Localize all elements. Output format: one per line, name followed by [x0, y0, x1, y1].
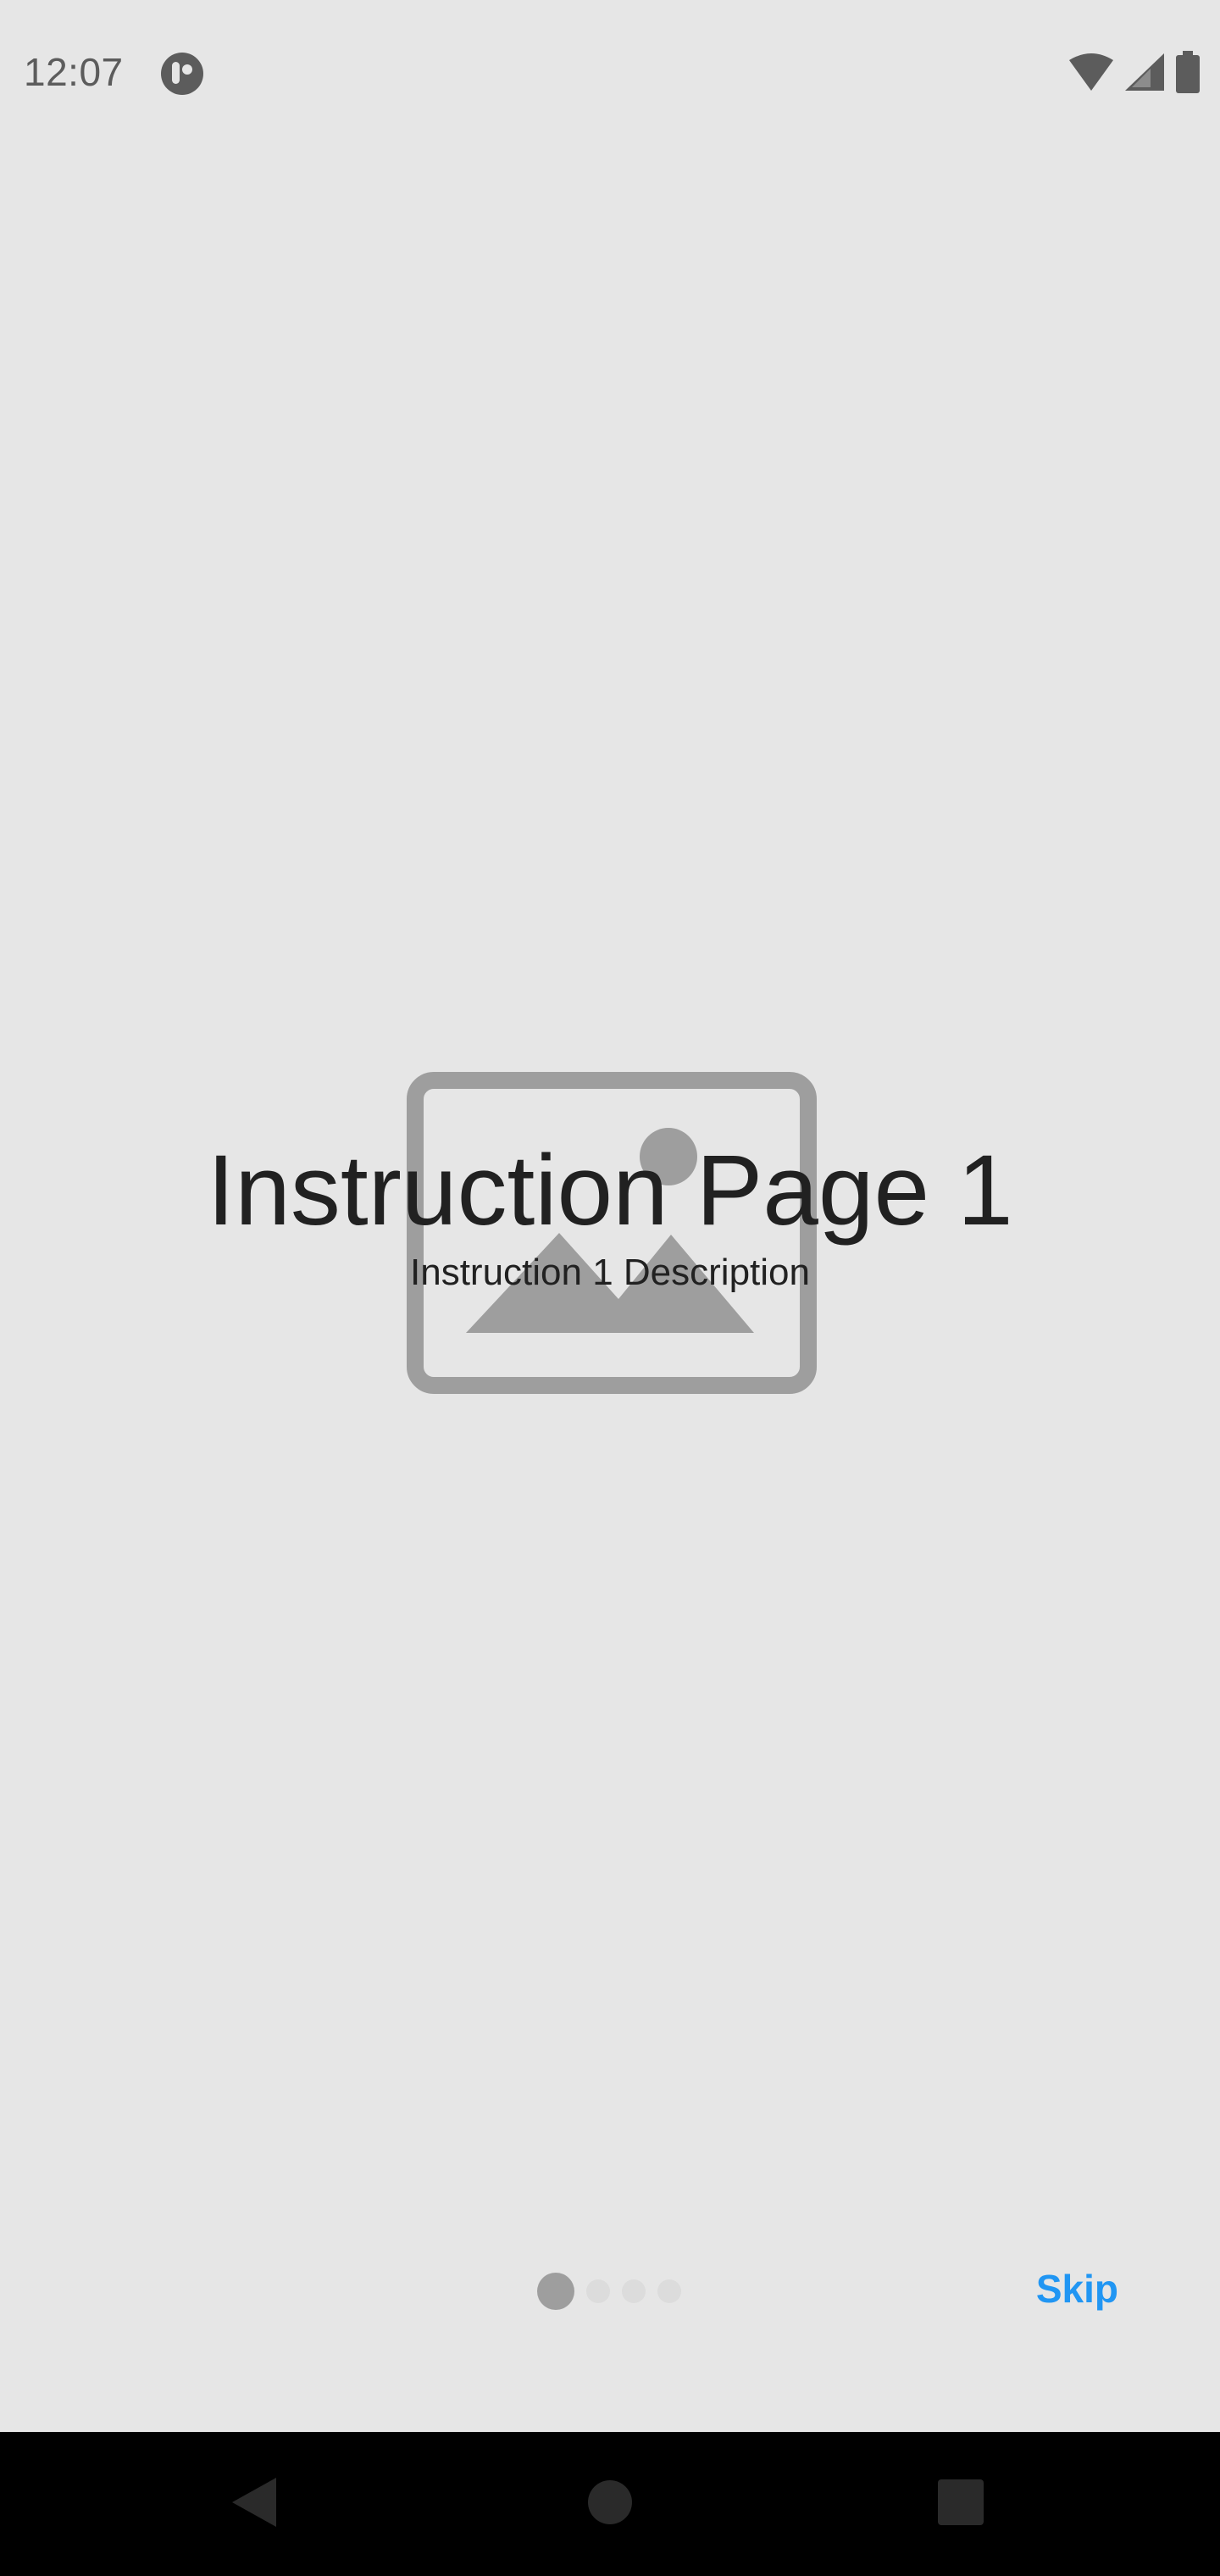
status-bar: 12:07	[0, 0, 1220, 144]
recents-icon	[938, 2479, 984, 2529]
home-button[interactable]	[525, 2432, 695, 2576]
recents-button[interactable]	[876, 2432, 1045, 2576]
page-dot	[622, 2279, 646, 2303]
back-icon	[232, 2477, 276, 2531]
wifi-icon	[1069, 53, 1113, 95]
navigation-bar	[0, 2432, 1220, 2576]
page-dot	[586, 2279, 610, 2303]
instruction-description: Instruction 1 Description	[410, 1252, 810, 1293]
status-time: 12:07	[24, 50, 124, 94]
status-icons	[1069, 50, 1200, 97]
cellular-signal-icon	[1125, 53, 1164, 95]
app-notification-icon	[159, 51, 205, 97]
skip-button[interactable]: Skip	[1036, 2266, 1118, 2312]
back-button[interactable]	[169, 2432, 339, 2576]
page-dot	[657, 2279, 681, 2303]
page-dot-active	[537, 2273, 574, 2310]
battery-icon	[1176, 50, 1200, 97]
home-icon	[587, 2479, 633, 2529]
instruction-title: Instruction Page 1	[207, 1135, 1013, 1246]
page-indicator	[537, 2273, 693, 2310]
